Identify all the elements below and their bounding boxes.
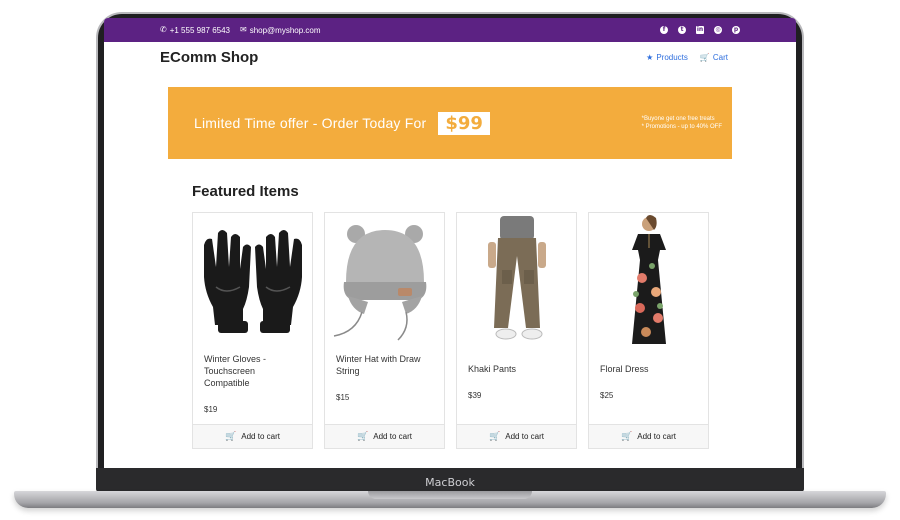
star-icon: ★ <box>646 52 654 62</box>
product-grid: Winter Gloves - Touchscreen Compatible $… <box>192 212 709 449</box>
linkedin-icon[interactable]: in <box>696 26 704 34</box>
banner-price-tag: $99 <box>438 111 490 135</box>
email-contact[interactable]: ✉ shop@myshop.com <box>240 26 321 35</box>
product-price: $39 <box>468 391 482 400</box>
cart-icon: 🛒 <box>621 431 633 441</box>
banner-headline: Limited Time offer - Order Today For <box>194 115 427 131</box>
product-body: Winter Hat with Draw String $15 <box>325 341 444 424</box>
nav-products[interactable]: ★ Products <box>646 53 688 62</box>
add-to-cart-button[interactable]: 🛒 Add to cart <box>457 424 576 448</box>
product-image-gloves[interactable] <box>193 213 312 341</box>
product-card[interactable]: Winter Hat with Draw String $15 🛒 Add to… <box>324 212 445 449</box>
product-name[interactable]: Floral Dress <box>600 363 697 375</box>
product-image-hat[interactable] <box>325 213 444 341</box>
add-to-cart-button[interactable]: 🛒 Add to cart <box>589 424 708 448</box>
product-name[interactable]: Winter Hat with Draw String <box>336 353 433 377</box>
add-to-cart-label: Add to cart <box>241 432 280 441</box>
add-to-cart-label: Add to cart <box>637 432 676 441</box>
navbar: EComm Shop ★ Products 🛒 Cart <box>104 42 796 72</box>
product-card[interactable]: Floral Dress $25 🛒 Add to cart <box>588 212 709 449</box>
add-to-cart-button[interactable]: 🛒 Add to cart <box>325 424 444 448</box>
product-price: $25 <box>600 391 614 400</box>
nav-cart[interactable]: 🛒 Cart <box>700 53 728 62</box>
envelope-icon: ✉ <box>239 25 247 34</box>
section-title: Featured Items <box>192 183 299 200</box>
phone-icon: ✆ <box>160 25 167 34</box>
promo-banner[interactable]: Limited Time offer - Order Today For $99… <box>168 87 732 159</box>
cart-icon: 🛒 <box>699 52 710 62</box>
site-logo[interactable]: EComm Shop <box>160 49 258 66</box>
product-price: $19 <box>204 405 218 414</box>
cart-icon: 🛒 <box>225 431 237 441</box>
cart-icon: 🛒 <box>489 431 501 441</box>
nav-cart-label: Cart <box>712 52 728 62</box>
pinterest-icon[interactable]: p <box>732 26 740 34</box>
email-address: shop@myshop.com <box>249 25 321 35</box>
banner-note: *Buyone get one free treats <box>641 116 715 122</box>
product-card[interactable]: Winter Gloves - Touchscreen Compatible $… <box>192 212 313 449</box>
product-body: Khaki Pants $39 <box>457 351 576 424</box>
dribbble-icon[interactable]: ◎ <box>714 26 722 34</box>
banner-note: * Promotions - up to 40% OFF <box>641 124 722 130</box>
cart-icon: 🛒 <box>357 431 369 441</box>
social-links: f t in ◎ p <box>660 26 740 34</box>
browser-screen: ✆ +1 555 987 6543 ✉ shop@myshop.com f t … <box>104 18 796 468</box>
product-price: $15 <box>336 393 350 402</box>
top-contact-bar: ✆ +1 555 987 6543 ✉ shop@myshop.com f t … <box>104 18 796 42</box>
phone-contact[interactable]: ✆ +1 555 987 6543 <box>160 26 230 35</box>
facebook-icon[interactable]: f <box>660 26 668 34</box>
add-to-cart-button[interactable]: 🛒 Add to cart <box>193 424 312 448</box>
product-image-khaki-pants[interactable] <box>457 213 576 351</box>
laptop-notch <box>368 491 532 499</box>
product-card[interactable]: Khaki Pants $39 🛒 Add to cart <box>456 212 577 449</box>
add-to-cart-label: Add to cart <box>373 432 412 441</box>
contact-info: ✆ +1 555 987 6543 ✉ shop@myshop.com <box>160 26 321 35</box>
product-image-floral-dress[interactable] <box>589 213 708 351</box>
product-name[interactable]: Khaki Pants <box>468 363 565 375</box>
product-name[interactable]: Winter Gloves - Touchscreen Compatible <box>204 353 301 389</box>
nav-products-label: Products <box>656 52 688 62</box>
banner-notes: *Buyone get one free treats * Promotions… <box>642 115 722 131</box>
phone-number: +1 555 987 6543 <box>169 25 230 35</box>
product-body: Floral Dress $25 <box>589 351 708 424</box>
product-body: Winter Gloves - Touchscreen Compatible $… <box>193 341 312 424</box>
nav-links: ★ Products 🛒 Cart <box>646 53 728 62</box>
banner-offer: Limited Time offer - Order Today For $99 <box>194 111 490 135</box>
add-to-cart-label: Add to cart <box>505 432 544 441</box>
laptop-brand-label: MacBook <box>425 476 475 489</box>
twitter-icon[interactable]: t <box>678 26 686 34</box>
